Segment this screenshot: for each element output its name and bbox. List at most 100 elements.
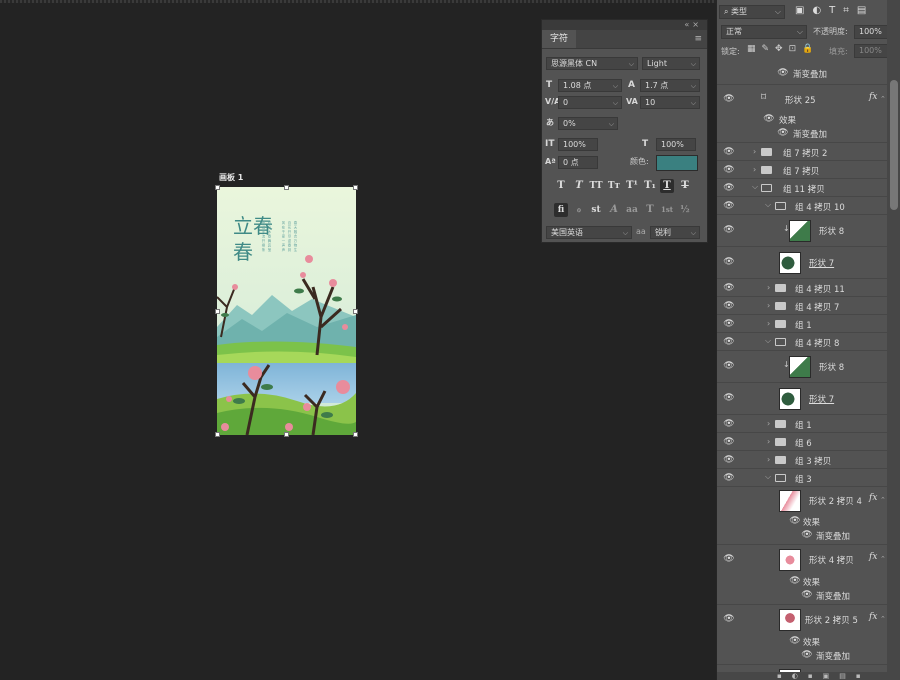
eye-icon[interactable]: 👁 — [723, 147, 735, 157]
layer-row[interactable]: 形状 2 拷贝 4 fx ⌃ — [717, 486, 887, 514]
chevron-right-icon[interactable]: › — [753, 147, 756, 156]
eye-icon[interactable]: 👁 — [789, 636, 801, 646]
eye-icon[interactable]: 👁 — [801, 590, 813, 600]
tracking-field[interactable]: 10 ⌵ — [640, 96, 700, 109]
chevron-down-icon[interactable]: ⌵ — [765, 472, 771, 482]
eye-icon[interactable]: 👁 — [723, 283, 735, 293]
layer-row[interactable]: 👁 形状 7 — [717, 382, 887, 414]
horizontal-scale-field[interactable]: 100% — [656, 138, 696, 151]
eye-icon[interactable]: 👁 — [723, 165, 735, 175]
underline-button[interactable]: T — [660, 179, 674, 193]
strikethrough-button[interactable]: T — [678, 179, 692, 193]
eye-icon[interactable]: 👁 — [723, 419, 735, 429]
transform-handle[interactable] — [215, 185, 220, 190]
layer-row[interactable]: 👁 ↓ 形状 8 — [717, 350, 887, 382]
ligatures-button[interactable]: fi — [554, 203, 568, 217]
eye-icon[interactable]: 👁 — [723, 337, 735, 347]
fx-icon[interactable]: fx — [869, 552, 877, 562]
ordinals-button[interactable]: 1st — [660, 203, 674, 217]
effect-row[interactable]: 👁 渐变叠加 — [717, 126, 887, 142]
layer-row[interactable]: 👁 ⌑ 形状 25 fx ⌃ — [717, 84, 887, 112]
effects-row[interactable]: 👁 效果 — [717, 574, 887, 588]
menu-icon[interactable]: ≡ — [694, 35, 702, 44]
swash-button[interactable]: A — [607, 203, 621, 217]
language-select[interactable]: 美国英语 ⌵ — [546, 226, 632, 239]
eye-icon[interactable]: 👁 — [723, 437, 735, 447]
chevron-up-icon[interactable]: ⌃ — [880, 496, 886, 504]
baseline-shift-field[interactable]: 0 点 — [558, 156, 598, 169]
eye-icon[interactable]: 👁 — [723, 614, 735, 624]
artboard-canvas[interactable]: 立春 春 雨 细 风 流 开 柳 条 枝 鸟 木 春 舞 宾 莹 风 在 千 家… — [216, 187, 358, 436]
eye-icon[interactable]: 👁 — [723, 319, 735, 329]
blend-mode-select[interactable]: 正常 ⌵ — [721, 25, 807, 39]
chevron-up-icon[interactable]: ⌃ — [880, 615, 886, 623]
eye-icon[interactable]: 👁 — [763, 114, 775, 124]
eye-icon[interactable]: 👁 — [723, 473, 735, 483]
eye-icon[interactable]: 👁 — [723, 257, 735, 267]
chevron-right-icon[interactable]: › — [767, 319, 770, 328]
layers-footer-icons[interactable]: ▪◐▪▣▤▪ — [717, 672, 887, 680]
chevron-right-icon[interactable]: › — [767, 283, 770, 292]
antialias-select[interactable]: 锐利 ⌵ — [650, 226, 700, 239]
filter-kind-icons[interactable]: ▣◐T⌗▤ — [795, 5, 874, 16]
effects-row[interactable]: 👁 效果 — [717, 634, 887, 648]
layer-row[interactable]: 👁 › 组 6 — [717, 432, 887, 450]
chevron-down-icon[interactable]: ⌵ — [765, 336, 771, 346]
eye-icon[interactable]: 👁 — [723, 94, 735, 104]
chevron-right-icon[interactable]: › — [767, 455, 770, 464]
eye-icon[interactable]: 👁 — [801, 530, 813, 540]
panel-collapse-close-icons[interactable]: «× — [684, 20, 702, 30]
eye-icon[interactable]: 👁 — [723, 183, 735, 193]
faux-italic-button[interactable]: T — [572, 179, 586, 193]
eye-icon[interactable]: 👁 — [789, 576, 801, 586]
transform-handle[interactable] — [215, 432, 220, 437]
alternates-button[interactable]: ℴ — [572, 203, 586, 217]
eye-icon[interactable]: 👁 — [789, 516, 801, 526]
subscript-button[interactable]: T₁ — [643, 179, 657, 193]
font-size-field[interactable]: 1.08 点 ⌵ — [558, 79, 622, 92]
chevron-right-icon[interactable]: › — [767, 437, 770, 446]
eye-icon[interactable]: 👁 — [777, 68, 789, 78]
transform-handle[interactable] — [284, 185, 289, 190]
layer-row[interactable]: 👁 形状 2 拷贝 5 fx ⌃ — [717, 604, 887, 634]
stylistic-alternates-button[interactable]: aa — [625, 203, 639, 217]
transform-handle[interactable] — [353, 432, 358, 437]
chevron-right-icon[interactable]: › — [753, 165, 756, 174]
discretionary-ligatures-button[interactable]: st — [589, 203, 603, 217]
layer-row[interactable]: 👁 形状 7 — [717, 246, 887, 278]
leading-field[interactable]: 1.7 点 ⌵ — [640, 79, 700, 92]
faux-bold-button[interactable]: T — [554, 179, 568, 193]
layer-row[interactable]: 👁 形状 4 拷贝 fx ⌃ — [717, 544, 887, 574]
eye-icon[interactable]: 👁 — [723, 455, 735, 465]
text-color-swatch[interactable] — [656, 155, 698, 171]
layer-filter-select[interactable]: ⌕ 类型 ⌵ — [719, 5, 785, 19]
layer-row[interactable]: 👁 › 组 3 拷贝 — [717, 450, 887, 468]
effect-row[interactable]: 👁 渐变叠加 — [717, 648, 887, 664]
all-caps-button[interactable]: TT — [589, 179, 603, 193]
layer-row[interactable]: 👁 › 组 7 拷贝 2 — [717, 142, 887, 160]
layer-row[interactable]: 👁 渐变叠加 — [717, 62, 887, 84]
layer-row[interactable]: 👁 › 组 4 拷贝 7 — [717, 296, 887, 314]
superscript-button[interactable]: T¹ — [625, 179, 639, 193]
effect-row[interactable]: 👁 渐变叠加 — [717, 528, 887, 544]
layer-row[interactable]: 👁 ⌵ 组 4 拷贝 10 — [717, 196, 887, 214]
fractions-button[interactable]: ½ — [678, 203, 692, 217]
effect-row[interactable]: 👁 渐变叠加 — [717, 588, 887, 604]
titling-alternates-button[interactable]: T — [643, 203, 657, 217]
kerning-field[interactable]: 0 ⌵ — [558, 96, 622, 109]
chevron-down-icon[interactable]: ⌵ — [765, 200, 771, 210]
layer-row[interactable]: 👁 ↓ 形状 8 — [717, 214, 887, 246]
chevron-down-icon[interactable]: ⌵ — [752, 182, 758, 192]
chevron-up-icon[interactable]: ⌃ — [880, 95, 886, 103]
effects-row[interactable]: 👁 效果 — [717, 112, 887, 126]
scrollbar-thumb[interactable] — [890, 80, 898, 210]
panel-titlebar[interactable]: «× — [542, 20, 707, 30]
fx-icon[interactable]: fx — [869, 92, 877, 102]
transform-handle[interactable] — [215, 309, 220, 314]
transform-handle[interactable] — [353, 185, 358, 190]
layer-row[interactable]: 👁 › 组 4 拷贝 11 — [717, 278, 887, 296]
chevron-right-icon[interactable]: › — [767, 301, 770, 310]
vertical-scale-field[interactable]: 100% — [558, 138, 598, 151]
eye-icon[interactable]: 👁 — [777, 128, 789, 138]
layer-row[interactable]: 👁 ⌵ 组 11 拷贝 — [717, 178, 887, 196]
